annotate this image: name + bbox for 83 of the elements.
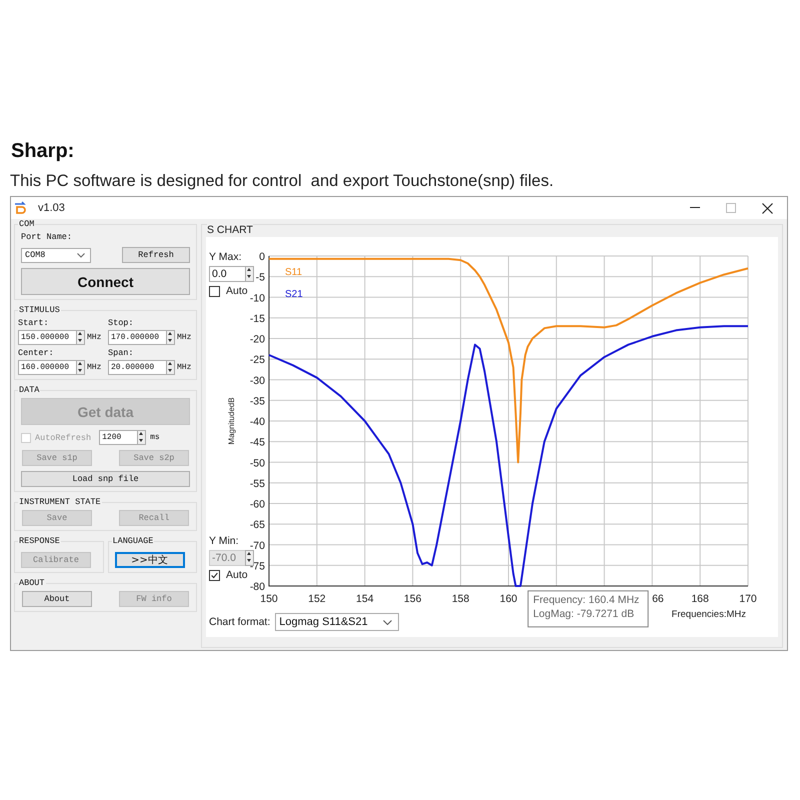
refresh-button[interactable]: Refresh [122,247,190,263]
legend-label: S21 [285,289,303,300]
checkbox-label: Auto [226,285,248,297]
description: This PC software is designed for control and export Touchstone(snp) files. [10,171,554,192]
y-max-field[interactable]: 0.0 [209,266,245,282]
spin-button[interactable] [76,360,85,375]
window-title: v1.03 [38,202,65,214]
chart-format-label: Chart format: [209,616,270,628]
chart-format-select[interactable]: Logmag S11&S21 [275,613,400,631]
spin-button[interactable] [166,360,175,375]
y-axis-label: MagnitudedB [227,397,236,445]
field-label: Start: [18,318,50,328]
minimize-icon[interactable] [690,207,700,209]
number-field[interactable]: 160.000000 [18,360,76,375]
y-tick-label: -40 [250,416,265,428]
auto-checkbox[interactable] [209,286,220,296]
chevron-icon [383,620,392,624]
load-file-button[interactable]: Load snp file [21,471,190,487]
field-label: Port Name: [21,232,74,242]
group-title: DATA [18,385,40,395]
y-tick-label: -75 [250,560,265,572]
y-max-label: Y Max: [209,251,242,263]
unit-label: MHz [177,333,192,342]
unit-label: MHz [177,363,192,372]
field-label: Span: [108,348,135,358]
number-field[interactable]: 150.000000 [18,330,76,345]
panel-title: S CHART [207,224,253,236]
x-tick-label: 152 [308,593,326,605]
y-tick-label: -50 [250,457,265,470]
x-tick-label: 66 [652,593,664,605]
close-icon[interactable] [762,202,773,214]
field-label: Stop: [108,318,135,328]
connect-button[interactable]: Connect [21,268,190,295]
y-tick-label: -15 [250,312,265,325]
y-tick-label: -35 [250,395,265,408]
group-title: ABOUT [18,578,46,588]
spin-button[interactable] [245,266,254,282]
y-tick-label: -60 [250,498,265,510]
y-tick-label: -30 [250,374,265,387]
x-tick-label: 158 [452,593,470,605]
number-field[interactable]: 20.000000 [108,360,166,375]
unit-label: MHz [87,363,102,372]
group-title: RESPONSE [18,536,61,546]
group-title: INSTRUMENT STATE [18,497,102,507]
x-tick-label: 170 [739,593,757,605]
checkbox-label: Auto [226,569,248,581]
language-button[interactable]: >>中文 [114,552,184,568]
x-tick-label: 160 [500,593,518,605]
tooltip-text: LogMag: -79.7271 dB [533,608,634,620]
x-axis-label: Frequencies:MHz [672,609,746,620]
field-label: Center: [18,348,55,358]
unit-label: MHz [87,333,102,342]
group-title: LANGUAGE [112,536,154,546]
x-tick-label: 154 [356,593,374,605]
number-field[interactable]: 170.000000 [108,330,166,345]
y-tick-label: -70 [250,540,265,552]
y-tick-label: -45 [250,436,265,449]
y-tick-label: 0 [259,251,265,263]
x-tick-label: 156 [404,593,422,605]
y-tick-label: -10 [250,292,265,304]
interval-field[interactable]: 1200 [99,430,138,445]
x-tick-label: 150 [260,593,278,605]
checkbox-label: AutoRefresh [35,432,92,442]
y-tick-label: -20 [250,334,265,346]
spin-button[interactable] [137,430,146,445]
unit-label: ms [150,433,160,442]
group-title: COM [18,219,36,229]
chevron-icon [77,252,85,258]
heading: Sharp: [11,139,74,164]
spin-button[interactable] [166,330,175,345]
y-tick-label: -65 [250,519,265,532]
spin-button[interactable] [76,330,85,345]
y-tick-label: -80 [250,581,265,593]
port-select[interactable]: COM8 [21,248,91,262]
group-title: STIMULUS [18,305,61,315]
y-tick-label: -25 [250,354,265,366]
y-tick-label: -5 [256,272,265,284]
auto-checkbox[interactable] [209,570,220,580]
legend-label: S11 [285,267,302,278]
x-tick-label: 168 [691,593,709,605]
about-button[interactable]: About [22,591,92,607]
y-tick-label: -55 [250,478,265,490]
tooltip-text: Frequency: 160.4 MHz [533,594,640,606]
